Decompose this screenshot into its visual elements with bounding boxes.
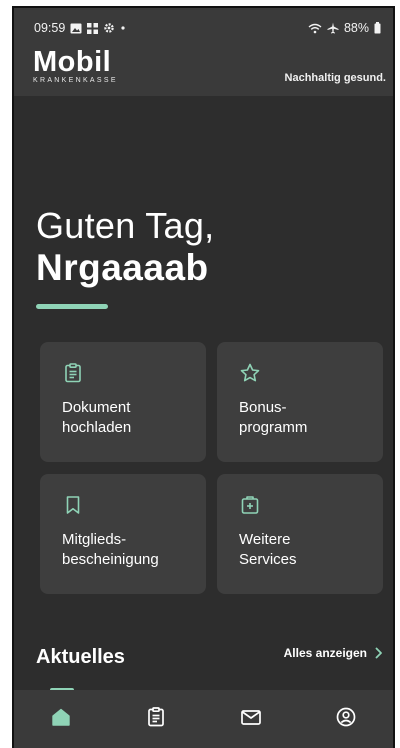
medical-box-icon xyxy=(239,494,261,516)
nav-profile[interactable] xyxy=(316,699,376,739)
greeting: Guten Tag, Nrgaaaab xyxy=(36,206,214,290)
logo-wordmark: Mobil xyxy=(33,46,112,78)
card-label-line2: programm xyxy=(239,419,308,436)
card-label-line2: bescheinigung xyxy=(62,551,159,568)
card-label-line1: Bonus- xyxy=(239,399,287,416)
show-all-link[interactable]: Alles anzeigen xyxy=(284,646,383,660)
bottom-navigation xyxy=(14,690,393,748)
app-screen: 09:59 88% Mobil KRANKENKASSE Nachhaltig … xyxy=(12,6,395,748)
airplane-icon xyxy=(327,22,339,34)
top-bar: 09:59 88% Mobil KRANKENKASSE Nachhaltig … xyxy=(14,8,393,96)
clipboard-icon xyxy=(62,362,84,384)
card-label-line1: Weitere xyxy=(239,531,291,548)
greeting-accent-bar xyxy=(36,304,108,309)
documents-icon xyxy=(146,706,166,733)
star-icon xyxy=(239,362,261,384)
status-time: 09:59 xyxy=(34,21,66,35)
nav-home[interactable] xyxy=(31,699,91,739)
bookmark-icon xyxy=(62,494,84,516)
show-all-label: Alles anzeigen xyxy=(283,646,367,660)
user-name: Nrgaaaab xyxy=(36,247,209,288)
logo-subtitle: KRANKENKASSE xyxy=(33,77,118,84)
card-label-line1: Mitglieds- xyxy=(62,531,127,548)
upload-document-card[interactable]: Dokument hochladen xyxy=(40,342,206,462)
news-section-title: Aktuelles xyxy=(36,646,125,668)
nav-mail[interactable] xyxy=(221,699,281,739)
brand-logo: Mobil KRANKENKASSE xyxy=(33,46,143,85)
nav-documents[interactable] xyxy=(126,699,186,739)
slogan: Nachhaltig gesund. xyxy=(284,72,386,84)
card-label-line2: hochladen xyxy=(62,419,132,436)
mail-icon xyxy=(240,708,262,731)
profile-icon xyxy=(335,706,357,733)
home-icon xyxy=(51,708,71,731)
status-bar: 09:59 88% xyxy=(34,18,381,38)
battery-icon xyxy=(374,22,381,34)
card-label-line1: Dokument xyxy=(62,399,131,416)
image-icon xyxy=(70,23,82,34)
chevron-right-icon xyxy=(375,647,383,659)
membership-certificate-card[interactable]: Mitglieds- bescheinigung xyxy=(40,474,206,594)
greeting-text: Guten Tag, xyxy=(36,205,215,246)
wifi-icon xyxy=(308,23,322,34)
dot-icon xyxy=(120,25,126,31)
battery-level: 88% xyxy=(343,21,369,35)
card-label-line2: Services xyxy=(239,551,297,568)
grid-icon xyxy=(87,22,99,34)
bonus-program-card[interactable]: Bonus- programm xyxy=(217,342,383,462)
settings-icon xyxy=(103,22,115,34)
more-services-card[interactable]: Weitere Services xyxy=(217,474,383,594)
